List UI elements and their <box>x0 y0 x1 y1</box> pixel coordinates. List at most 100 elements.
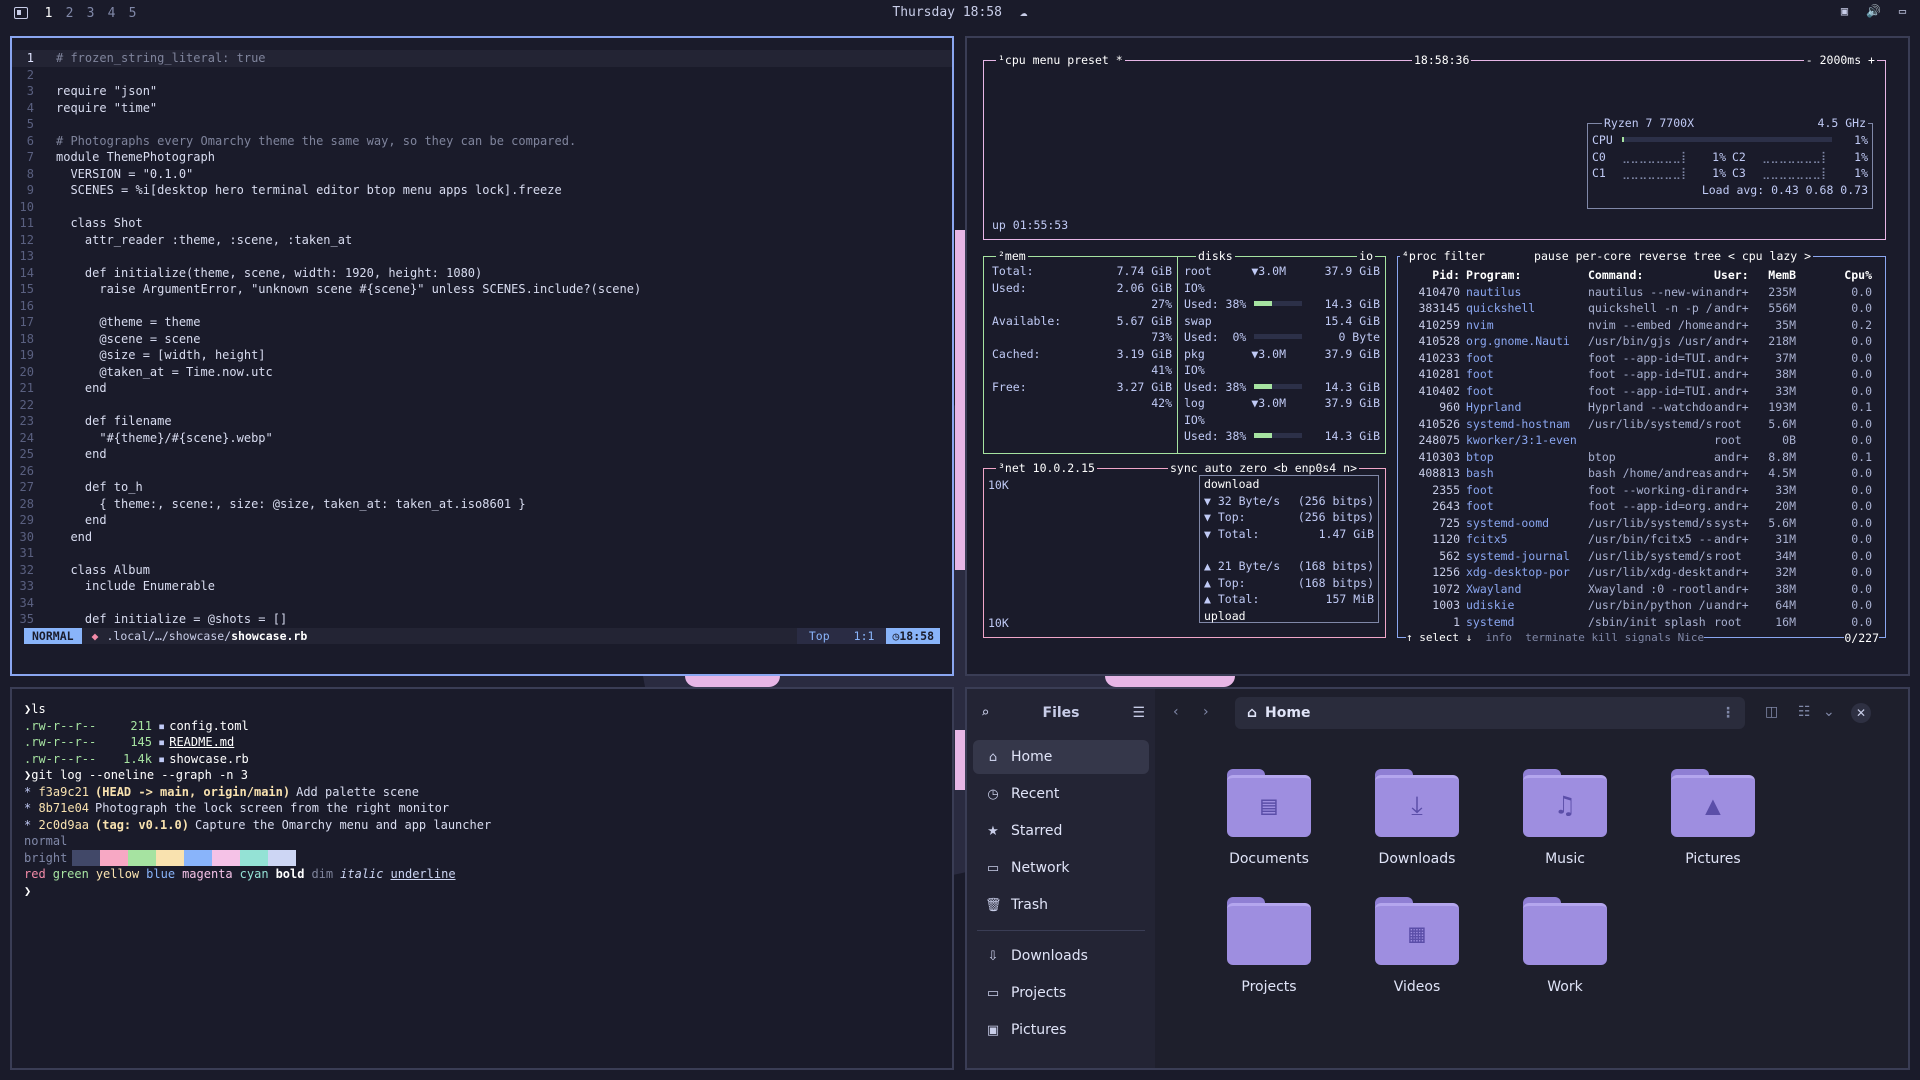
view-list-icon[interactable]: ☷ <box>1798 704 1811 720</box>
code-line[interactable]: 22 <box>12 397 952 414</box>
workspace-3[interactable]: 3 <box>80 6 101 21</box>
code-line[interactable]: 3 require "json" <box>12 83 952 100</box>
process-row[interactable]: 410470 nautilus nautilus --new-win andr+ 235… <box>1406 284 1881 301</box>
code-line[interactable]: 27 def to_h <box>12 479 952 496</box>
net-interface[interactable]: <b enp0s4 n> <box>1274 461 1357 475</box>
process-row[interactable]: 1072 Xwayland Xwayland :0 -rootl andr+ 38M 0.… <box>1406 581 1881 598</box>
monitor-icon[interactable]: ▭ <box>1895 4 1910 18</box>
sidebar-item-starred[interactable]: ★ Starred <box>973 814 1149 848</box>
code-line[interactable]: 8 VERSION = "0.1.0" <box>12 166 952 183</box>
code-line[interactable]: 9 SCENES = %i[desktop hero terminal edit… <box>12 182 952 199</box>
code-line[interactable]: 32 class Album <box>12 562 952 579</box>
menu-button[interactable]: menu <box>1033 53 1061 67</box>
proc-user-header[interactable]: User: <box>1714 267 1758 284</box>
code-line[interactable]: 29 end <box>12 512 952 529</box>
process-row[interactable]: 960 Hyprland Hyprland --watchdo andr+ 193M 0.… <box>1406 399 1881 416</box>
terminal-output[interactable]: ❯ ls .rw-r--r-- 211 ▪ config.toml .rw-r--r--… <box>24 701 944 899</box>
sidebar-item-projects[interactable]: ▭ Projects <box>973 976 1149 1010</box>
net-auto[interactable]: auto <box>1205 461 1233 475</box>
code-line[interactable]: 25 end <box>12 446 952 463</box>
code-line[interactable]: 6 # Photographs every Omarchy theme the s… <box>12 133 952 150</box>
process-row[interactable]: 410233 foot foot --app-id=TUI. andr+ 37M 0.0 <box>1406 350 1881 367</box>
net-zero[interactable]: zero <box>1239 461 1267 475</box>
omarchy-logo-icon[interactable] <box>14 7 28 19</box>
code-line[interactable]: 10 <box>12 199 952 216</box>
sidebar-item-home[interactable]: ⌂ Home <box>973 740 1149 774</box>
proc-nice[interactable]: Nice <box>1678 631 1705 644</box>
forward-icon[interactable]: › <box>1203 704 1209 720</box>
code-line[interactable]: 35 def initialize = @shots = [] <box>12 611 952 628</box>
code-line[interactable]: 4 require "time" <box>12 100 952 117</box>
sidebar-item-downloads[interactable]: ⇩ Downloads <box>973 939 1149 973</box>
sidebar-item-trash[interactable]: 🗑 Trash <box>973 888 1149 922</box>
proc-graph-header[interactable] <box>1796 267 1840 284</box>
code-line[interactable]: 24 "#{theme}/#{scene}.webp" <box>12 430 952 447</box>
proc-terminate[interactable]: terminate <box>1525 631 1585 644</box>
terminal-window[interactable]: ❯ ls .rw-r--r-- 211 ▪ config.toml .rw-r--r--… <box>10 687 954 1070</box>
back-icon[interactable]: ‹ <box>1173 704 1179 720</box>
proc-tree[interactable]: tree <box>1693 249 1721 263</box>
net-title[interactable]: ³net <box>998 461 1026 475</box>
process-row[interactable]: 410303 btop btop andr+ 8.8M 0.1 <box>1406 449 1881 466</box>
code-line[interactable]: 20 @taken_at = Time.now.utc <box>12 364 952 381</box>
proc-pause[interactable]: pause <box>1534 249 1569 263</box>
code-line[interactable]: 13 <box>12 248 952 265</box>
code-line[interactable]: 21 end <box>12 380 952 397</box>
process-row[interactable]: 1003 udiskie/usr/bin/python /u andr+ 64M 0.0 <box>1406 597 1881 614</box>
sidebar-item-pictures[interactable]: ▣ Pictures <box>973 1013 1149 1047</box>
code-line[interactable]: 2 <box>12 67 952 84</box>
proc-reverse[interactable]: reverse <box>1638 249 1686 263</box>
code-line[interactable]: 18 @scene = scene <box>12 331 952 348</box>
proc-mem-header[interactable]: MemB <box>1758 267 1796 284</box>
process-row[interactable]: 1256 xdg-desktop-por/usr/lib/xdg-deskt and… <box>1406 564 1881 581</box>
process-row[interactable]: 410526 systemd-hostnam/usr/lib/systemd/s r… <box>1406 416 1881 433</box>
folder-videos[interactable]: ▦ Videos <box>1343 897 1491 995</box>
code-line[interactable]: 7 module ThemePhotograph <box>12 149 952 166</box>
code-line[interactable]: 34 <box>12 595 952 612</box>
proc-title[interactable]: ⁴proc <box>1402 249 1437 263</box>
code-line[interactable]: 26 <box>12 463 952 480</box>
code-line[interactable]: 33 include Enumerable <box>12 578 952 595</box>
editor-window[interactable]: 1 # frozen_string_literal: true 2 3 require … <box>10 36 954 676</box>
proc-sort[interactable]: < cpu lazy > <box>1728 249 1811 263</box>
main-menu-icon[interactable]: ☰ <box>1132 705 1145 721</box>
process-row[interactable]: 2355 foot foot --working-dir andr+ 33M 0.0 <box>1406 482 1881 499</box>
code-line[interactable]: 31 <box>12 545 952 562</box>
folder-music[interactable]: ♫ Music <box>1491 769 1639 867</box>
path-menu-icon[interactable]: ⋮ <box>1721 705 1735 721</box>
process-row[interactable]: 410528 org.gnome.Nauti/usr/bin/gjs /usr/a… <box>1406 333 1881 350</box>
close-icon[interactable]: ✕ <box>1851 703 1871 723</box>
folder-pictures[interactable]: ▲ Pictures <box>1639 769 1787 867</box>
btop-window[interactable]: ¹cpu menu preset * 18:58:36 - 2000ms + R… <box>965 36 1910 676</box>
preset-button[interactable]: preset * <box>1067 53 1122 67</box>
folder-work[interactable]: Work <box>1491 897 1639 995</box>
clock-text[interactable]: Thursday 18:58 <box>892 5 1002 20</box>
proc-program-header[interactable]: Program: <box>1466 267 1588 284</box>
code-line[interactable]: 12 attr_reader :theme, :scene, :taken_at <box>12 232 952 249</box>
process-row[interactable]: 383145 quickshell quickshell -n -p / andr+ 5… <box>1406 300 1881 317</box>
path-bar[interactable]: ⌂ Home ⋮ <box>1235 697 1745 729</box>
process-row[interactable]: 2643 foot foot --app-id=org. andr+ 20M 0.0 <box>1406 498 1881 515</box>
process-row[interactable]: 1 systemd/sbin/init splash root 16M 0.0 <box>1406 614 1881 631</box>
code-line[interactable]: 23 def filename <box>12 413 952 430</box>
code-line[interactable]: 15 raise ArgumentError, "unknown scene #… <box>12 281 952 298</box>
proc-signals[interactable]: signals <box>1625 631 1671 644</box>
proc-pid-header[interactable]: Pid: <box>1406 267 1466 284</box>
proc-kill[interactable]: kill <box>1591 631 1618 644</box>
camera-icon[interactable]: ◫ <box>1765 704 1778 720</box>
proc-cpu-header[interactable]: Cpu% <box>1840 267 1872 284</box>
process-row[interactable]: 248075 kworker/3:1-even root 0B 0.0 <box>1406 432 1881 449</box>
code-line[interactable]: 1 # frozen_string_literal: true <box>12 50 952 67</box>
folder-documents[interactable]: ▤ Documents <box>1195 769 1343 867</box>
proc-per-core[interactable]: per-core <box>1576 249 1631 263</box>
process-row[interactable]: 410281 foot foot --app-id=TUI. andr+ 38M 0.0 <box>1406 366 1881 383</box>
process-row[interactable]: 408813 bash bash /home/andreas andr+ 4.5M 0.0 <box>1406 465 1881 482</box>
net-sync[interactable]: sync <box>1170 461 1198 475</box>
process-row[interactable]: 410259 nvim nvim --embed /home andr+ 35M 0.2 <box>1406 317 1881 334</box>
update-interval[interactable]: - 2000ms + <box>1803 52 1877 68</box>
proc-command-header[interactable]: Command: <box>1588 267 1714 284</box>
code-line[interactable]: 16 <box>12 298 952 315</box>
proc-filter[interactable]: filter <box>1444 249 1486 263</box>
io-title[interactable]: io <box>1357 248 1375 264</box>
code-line[interactable]: 11 class Shot <box>12 215 952 232</box>
